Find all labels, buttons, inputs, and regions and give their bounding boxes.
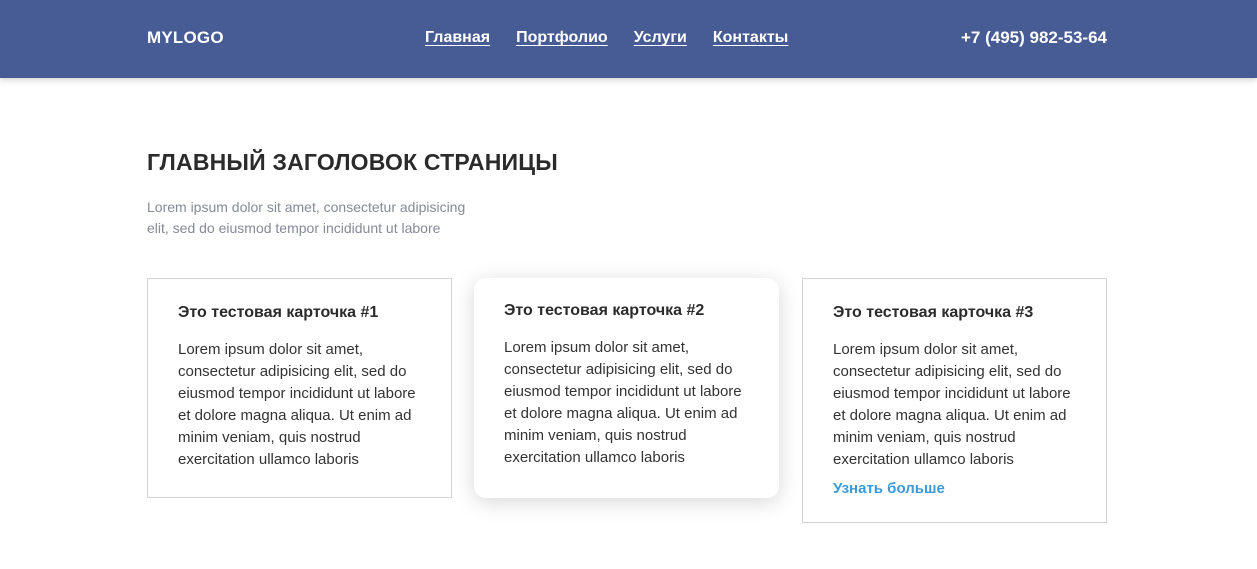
nav-link-services[interactable]: Услуги — [634, 29, 687, 47]
site-logo[interactable]: MYLOGO — [147, 28, 224, 48]
nav-link-contacts[interactable]: Контакты — [713, 29, 788, 47]
card-text: Lorem ipsum dolor sit amet, consectetur … — [504, 339, 742, 466]
main-nav: Главная Портфолио Услуги Контакты — [425, 29, 788, 47]
page-description: Lorem ipsum dolor sit amet, consectetur … — [147, 199, 466, 236]
card-title: Это тестовая карточка #2 — [504, 302, 705, 319]
card-1: Это тестовая карточка #1 Lorem ipsum dol… — [147, 278, 452, 498]
page-title: ГЛАВНЫЙ ЗАГОЛОВОК СТРАНИЦЫ — [147, 149, 559, 175]
site-header: MYLOGO Главная Портфолио Услуги Контакты… — [0, 0, 1257, 78]
card-title: Это тестовая карточка #3 — [833, 304, 1034, 321]
phone-number: +7 (495) 982-53-64 — [960, 28, 1107, 47]
card-2: Это тестовая карточка #2 Lorem ipsum dol… — [474, 278, 779, 498]
card-text: Lorem ipsum dolor sit amet, consectetur … — [833, 341, 1071, 468]
nav-link-home[interactable]: Главная — [425, 29, 490, 47]
card-3: Это тестовая карточка #3 Lorem ipsum dol… — [802, 278, 1107, 523]
card-title: Это тестовая карточка #1 — [178, 304, 379, 321]
card-text: Lorem ipsum dolor sit amet, consectetur … — [178, 341, 416, 468]
nav-link-portfolio[interactable]: Портфолио — [516, 29, 608, 47]
learn-more-link[interactable]: Узнать больше — [833, 480, 945, 497]
